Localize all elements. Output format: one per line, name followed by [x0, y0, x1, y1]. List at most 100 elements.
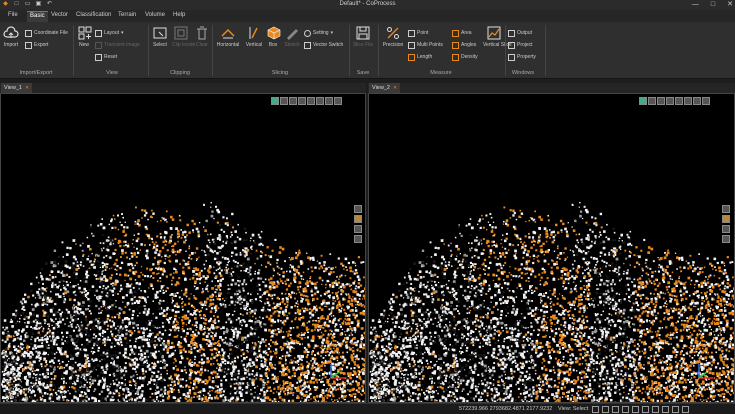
- vertical-slice-measure-button[interactable]: Vertical Slice: [483, 25, 512, 48]
- chevron-down-icon: ▾: [121, 30, 124, 36]
- pan-icon[interactable]: [642, 406, 649, 413]
- tab-view2[interactable]: View_2 ✕: [369, 83, 401, 93]
- iso-view-icon[interactable]: [354, 235, 362, 243]
- separator: [73, 25, 74, 76]
- export-button[interactable]: Export: [25, 41, 48, 49]
- maximize-icon[interactable]: □: [711, 0, 715, 10]
- axis-gizmo-icon: [330, 364, 345, 379]
- color-mode-icon[interactable]: [639, 97, 647, 105]
- multi-points-button[interactable]: Multi Points: [408, 41, 443, 49]
- point-size-icon[interactable]: [289, 97, 297, 105]
- precision-button[interactable]: Precision: [382, 25, 404, 48]
- vector-switch-button[interactable]: Vector Switch: [304, 41, 343, 49]
- box-select-icon[interactable]: [612, 406, 619, 413]
- tab-view1[interactable]: View_1 ✕: [1, 83, 33, 93]
- top-view-icon[interactable]: [722, 215, 730, 223]
- axis-icon[interactable]: [280, 97, 288, 105]
- polygon-select-icon[interactable]: [622, 406, 629, 413]
- sketch-button[interactable]: Sketch: [283, 25, 301, 48]
- property-icon: [508, 53, 515, 61]
- angle-icon: [452, 41, 459, 49]
- export-icon: [25, 41, 32, 49]
- front-view-icon[interactable]: [722, 225, 730, 233]
- point-cloud-canvas[interactable]: [1, 94, 366, 403]
- new-view-icon: [78, 26, 92, 40]
- clear-button[interactable]: Clear: [194, 25, 210, 48]
- percent-icon: [387, 27, 399, 39]
- clip-inside-button[interactable]: Clip Inside: [172, 25, 195, 48]
- menu-classification[interactable]: Classification: [76, 12, 111, 18]
- layout-dropdown[interactable]: Layout ▾: [95, 29, 124, 37]
- output-window-button[interactable]: Output: [508, 29, 532, 37]
- layers-icon[interactable]: [325, 97, 333, 105]
- length-button[interactable]: Length: [408, 53, 432, 61]
- point-size-icon[interactable]: [657, 97, 665, 105]
- settings-icon[interactable]: [682, 406, 689, 413]
- menu-volume[interactable]: Volume: [145, 12, 165, 18]
- point-cloud-canvas[interactable]: [369, 94, 735, 403]
- slice-file-save-button[interactable]: Slice File: [352, 25, 374, 48]
- new-view-button[interactable]: New: [77, 25, 92, 48]
- menu-basic[interactable]: Basic: [27, 11, 48, 22]
- snap-icon[interactable]: [592, 406, 599, 413]
- gear-icon[interactable]: [675, 97, 683, 105]
- close-icon[interactable]: ✕: [727, 0, 733, 10]
- axis-icon[interactable]: [648, 97, 656, 105]
- gear-icon[interactable]: [307, 97, 315, 105]
- density-icon: [452, 53, 459, 61]
- window-controls: — □ ✕: [692, 0, 733, 10]
- camera-icon[interactable]: [316, 97, 324, 105]
- fit-view-icon[interactable]: [354, 205, 362, 213]
- title-bar: ◆ □ ▭ ▣ ↶ Default* - CoProcess — □ ✕: [0, 0, 735, 10]
- import-button[interactable]: Import: [2, 25, 20, 48]
- horizontal-slice-button[interactable]: Horizontal: [216, 25, 240, 48]
- ribbon: Import Coordinate File Export Import/Exp…: [0, 22, 735, 79]
- point-cloud-view-2[interactable]: [368, 93, 735, 403]
- menu-help[interactable]: Help: [173, 12, 185, 18]
- separator: [545, 25, 546, 76]
- menu-file[interactable]: File: [8, 12, 18, 18]
- multi-points-icon: [408, 41, 415, 49]
- fit-view-icon[interactable]: [722, 205, 730, 213]
- grid-icon[interactable]: [602, 406, 609, 413]
- top-view-icon[interactable]: [354, 215, 362, 223]
- iso-view-icon[interactable]: [722, 235, 730, 243]
- separator: [378, 25, 379, 76]
- setting-dropdown[interactable]: Setting ▾: [304, 29, 333, 37]
- measure-icon[interactable]: [672, 406, 679, 413]
- separator: [212, 25, 213, 76]
- angles-button[interactable]: Angles: [452, 41, 476, 49]
- close-tab-icon[interactable]: ✕: [393, 85, 397, 91]
- point-measure-button[interactable]: Point: [408, 29, 428, 37]
- menu-vector[interactable]: Vector: [51, 12, 68, 18]
- zoom-icon[interactable]: [662, 406, 669, 413]
- menu-terrain[interactable]: Terrain: [118, 12, 136, 18]
- shading-icon[interactable]: [298, 97, 306, 105]
- shading-icon[interactable]: [666, 97, 674, 105]
- minimize-icon[interactable]: —: [692, 0, 699, 10]
- color-mode-icon[interactable]: [271, 97, 279, 105]
- transient-image-icon: [95, 41, 102, 49]
- property-window-button[interactable]: Property: [508, 53, 536, 61]
- box-slice-button[interactable]: Box: [266, 25, 281, 48]
- density-button[interactable]: Density: [452, 53, 478, 61]
- select-button[interactable]: Select: [152, 25, 168, 48]
- coordinate-file-button[interactable]: Coordinate File: [25, 29, 68, 37]
- front-view-icon[interactable]: [354, 225, 362, 233]
- camera-icon[interactable]: [684, 97, 692, 105]
- rotate-icon[interactable]: [652, 406, 659, 413]
- window-icon[interactable]: [702, 97, 710, 105]
- lasso-icon[interactable]: [632, 406, 639, 413]
- view1-tab-bar: View_1 ✕: [0, 83, 366, 93]
- layers-icon[interactable]: [693, 97, 701, 105]
- project-window-button[interactable]: Project: [508, 41, 533, 49]
- reset-button[interactable]: Reset: [95, 53, 117, 61]
- window-icon[interactable]: [334, 97, 342, 105]
- box-icon: [267, 26, 281, 40]
- transient-image-button[interactable]: Transient Image: [95, 41, 140, 49]
- vertical-slice-button[interactable]: Vertical: [245, 25, 263, 48]
- close-tab-icon[interactable]: ✕: [25, 85, 29, 91]
- point-cloud-view-1[interactable]: [0, 93, 366, 403]
- area-button[interactable]: Area: [452, 29, 472, 37]
- ruler-icon: [408, 53, 415, 61]
